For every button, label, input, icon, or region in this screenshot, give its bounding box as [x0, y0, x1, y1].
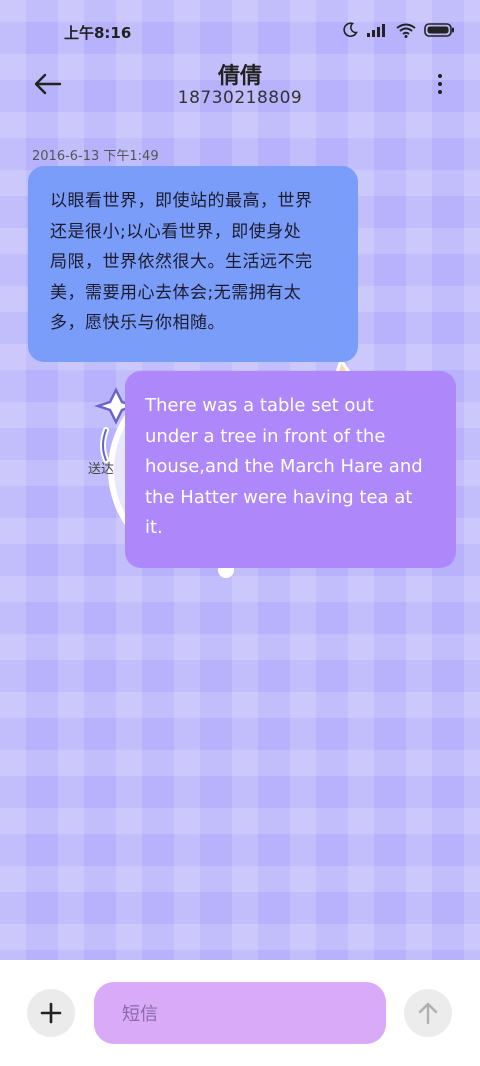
outgoing-message-bubble[interactable]: There was a table set out under a tree i… [125, 371, 456, 568]
message-line: it. [145, 517, 163, 538]
message-line: 还是很小;以心看世界，即使身处 [50, 221, 302, 242]
more-vert-icon [438, 74, 442, 94]
compose-bar: 短信 [0, 960, 480, 1066]
message-input-placeholder: 短信 [122, 1004, 158, 1025]
signal-icon [366, 23, 388, 37]
status-icons [342, 22, 454, 38]
moon-icon [342, 22, 358, 38]
message-line: the Hatter were having tea at [145, 486, 413, 508]
more-options-button[interactable] [430, 68, 450, 100]
wifi-icon [396, 23, 416, 38]
message-line: under a tree in front of the [145, 425, 386, 447]
message-line: 以眼看世界，即使站的最高，世界 [50, 191, 313, 211]
message-line: house,and the March Hare and [145, 456, 423, 477]
conversation-header: 倩倩 18730218809 [0, 56, 480, 116]
send-arrow-up-icon [418, 1002, 438, 1025]
contact-name: 倩倩 [217, 64, 262, 89]
message-line: There was a table set out [145, 395, 374, 416]
message-line: 多，愿快乐与你相随。 [50, 313, 225, 333]
delivery-status: 送达 [88, 462, 115, 477]
battery-icon [424, 23, 454, 37]
send-button[interactable] [404, 989, 452, 1037]
add-attachment-button[interactable] [27, 989, 75, 1037]
message-timestamp: 2016-6-13 下午1:49 [32, 149, 159, 164]
incoming-message-bubble[interactable]: 以眼看世界，即使站的最高，世界 还是很小;以心看世界，即使身处 局限，世界依然很… [28, 166, 358, 362]
contact-phone: 18730218809 [177, 88, 303, 108]
message-line: 美，需要用心去体会;无需拥有太 [50, 282, 302, 303]
status-bar: 上午8:16 [0, 0, 480, 62]
plus-icon [40, 1002, 62, 1024]
status-time: 上午8:16 [64, 24, 132, 42]
message-line: 局限，世界依然很大。生活远不完 [50, 252, 313, 272]
message-input[interactable]: 短信 [94, 982, 386, 1044]
